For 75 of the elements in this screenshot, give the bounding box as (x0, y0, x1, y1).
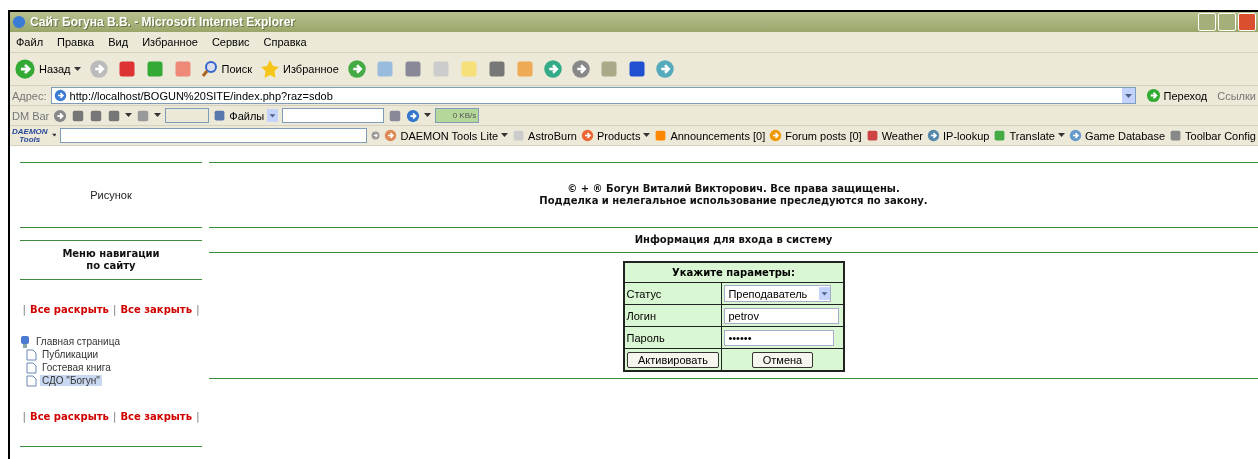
nav-title: Меню навигации по сайту (61, 248, 161, 272)
separator: | (195, 304, 200, 315)
toolbar-link[interactable]: Translate (993, 129, 1065, 142)
address-field[interactable]: http://localhost/BOGUN%20SITE/index.php?raz=sdob (50, 87, 1136, 104)
toolbar-link[interactable]: Products (581, 129, 651, 142)
search-field[interactable] (282, 108, 385, 123)
search-button[interactable]: Поиск (200, 60, 252, 78)
window-title: Сайт Богуна В.В. - Microsoft Internet Explorer (30, 15, 295, 29)
daemon-logo: DAEMON Tools (12, 127, 48, 144)
status-select[interactable]: Преподаватель (724, 285, 832, 302)
speed-meter: 0 KB/s (435, 108, 480, 123)
dropdown-button[interactable] (819, 286, 831, 301)
dropdown-button[interactable] (267, 108, 279, 123)
menu-item[interactable]: Файл (16, 36, 44, 48)
tree-item[interactable]: Публикации (40, 349, 101, 360)
caret-icon[interactable] (501, 133, 509, 138)
activate-button[interactable]: Активировать (626, 351, 719, 368)
forward-icon[interactable] (88, 59, 109, 79)
caret-icon[interactable] (424, 113, 432, 118)
picture-label: Рисунок (89, 188, 133, 203)
browser-icon (12, 15, 26, 29)
dm-bar-label: DM Bar (12, 109, 50, 122)
menu-item[interactable]: Сервис (211, 36, 250, 48)
login-field[interactable]: petrov (724, 307, 840, 324)
nav-link[interactable]: Все закрыть (120, 304, 192, 315)
nav-link[interactable]: Все закрыть (120, 411, 192, 422)
dropdown-button[interactable] (1121, 88, 1135, 103)
toolbar-link[interactable]: Toolbar Config (1169, 129, 1256, 142)
close-button[interactable] (1238, 13, 1256, 31)
caret-icon[interactable] (1057, 133, 1065, 138)
minimize-button[interactable] (1198, 13, 1216, 31)
tree-item[interactable]: Главная страница (34, 336, 122, 347)
nav-link[interactable]: Все раскрыть (30, 304, 109, 315)
links-button[interactable]: Ссылки (1217, 89, 1256, 102)
menu-item[interactable]: Справка (263, 36, 307, 48)
caret-icon[interactable] (51, 133, 57, 138)
files-dropdown[interactable]: Файлы (213, 108, 279, 123)
password-field[interactable]: •••••• (724, 329, 835, 346)
menu-item[interactable]: Избранное (142, 36, 198, 48)
tree-item[interactable]: СДО "Богун" (40, 375, 102, 386)
caret-icon[interactable] (73, 66, 81, 72)
address-label: Адрес: (12, 89, 47, 102)
menu-item[interactable]: Вид (108, 36, 129, 48)
field-label: Статус (623, 282, 722, 305)
caret-icon[interactable] (154, 113, 162, 118)
field-label: Пароль (623, 326, 722, 349)
menu-item[interactable]: Правка (57, 36, 95, 48)
separator: | (22, 304, 27, 315)
copyright-text: © + ® Богун Виталий Викторович. Все права защищены. Подделка и нелегальное использование преследуются по закону. (539, 183, 928, 207)
go-button[interactable]: Переход (1139, 88, 1214, 103)
field-label: Логин (623, 304, 722, 327)
login-title: Информация для входа в систему (634, 234, 833, 246)
computer-icon (20, 335, 31, 348)
toolbar-link[interactable]: Forum posts [0] (769, 129, 862, 142)
favorites-button[interactable]: Избранное (260, 59, 339, 79)
restore-button[interactable] (1218, 13, 1236, 31)
daemon-search-field[interactable] (60, 128, 368, 143)
toolbar-link[interactable]: Weather (865, 129, 923, 142)
back-icon[interactable] (14, 58, 36, 80)
caret-icon[interactable] (643, 133, 651, 138)
toolbar-link[interactable]: DAEMON Tools Lite (384, 129, 509, 142)
separator: | (112, 304, 117, 315)
caret-icon[interactable] (125, 113, 133, 118)
back-button[interactable]: Назад (14, 58, 81, 80)
star-icon (260, 59, 280, 79)
nav-link[interactable]: Все раскрыть (30, 411, 109, 422)
toolbar-link[interactable]: AstroBurn (512, 129, 577, 142)
separator: | (195, 411, 200, 422)
toolbar-link[interactable]: Announcements [0] (654, 129, 766, 142)
separator: | (22, 411, 27, 422)
separator: | (112, 411, 117, 422)
tree-item[interactable]: Гостевая книга (40, 362, 113, 373)
toolbar-link[interactable]: IP-lookup (927, 129, 990, 142)
toolbar-link[interactable]: Game Database (1068, 129, 1166, 142)
cancel-button[interactable]: Отмена (751, 351, 814, 368)
